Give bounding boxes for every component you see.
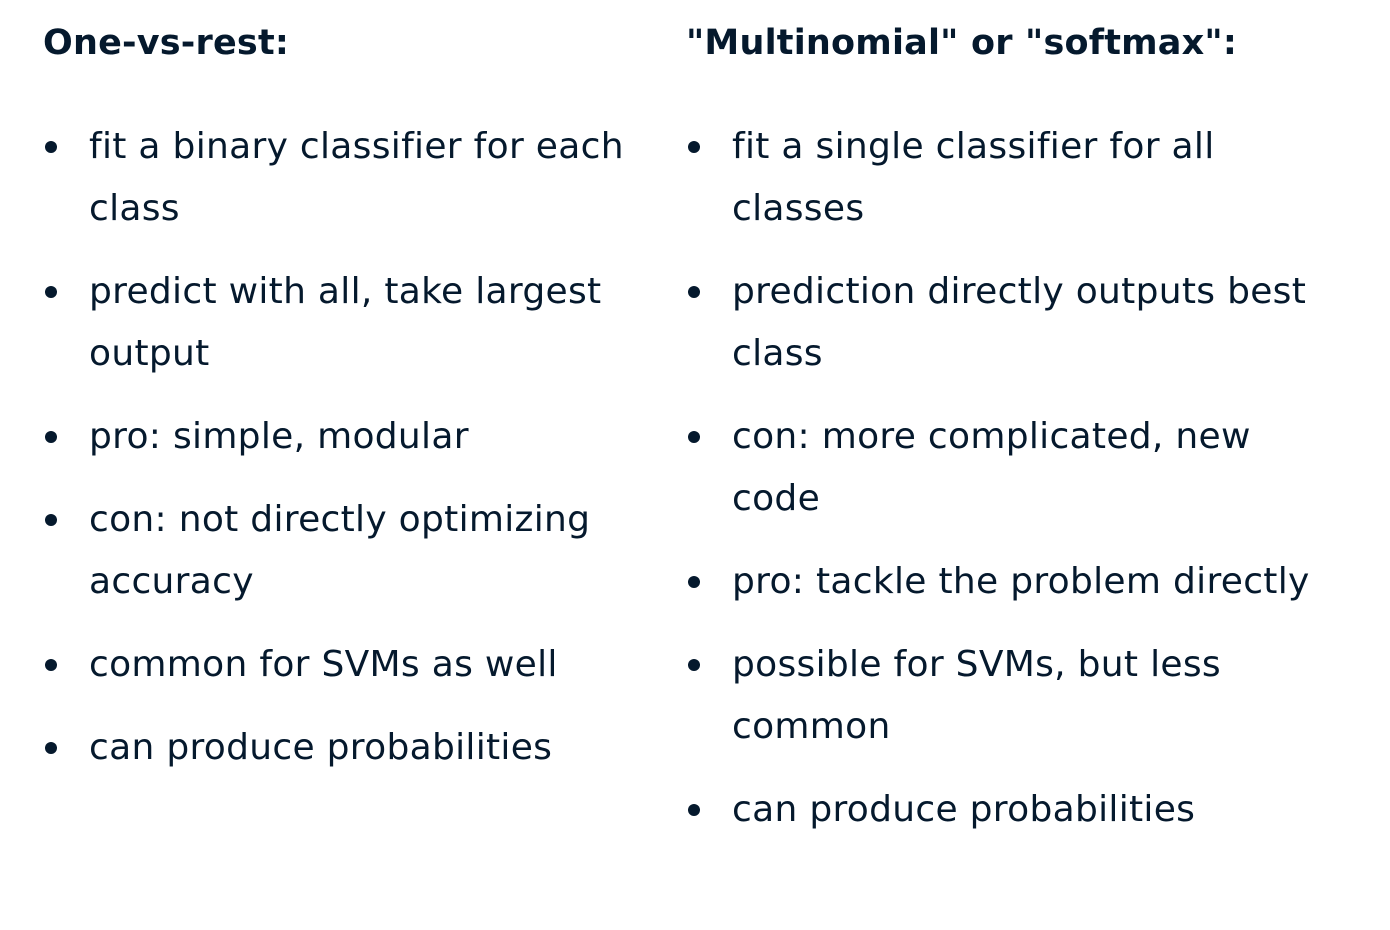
list-item-text: pro: simple, modular bbox=[89, 416, 469, 457]
list-item: fit a single classifier for all classes bbox=[686, 116, 1332, 240]
bullet-icon bbox=[45, 141, 57, 153]
list-item: common for SVMs as well bbox=[43, 634, 649, 696]
bullet-icon bbox=[688, 141, 700, 153]
list-item: con: more complicated, new code bbox=[686, 406, 1332, 530]
list-item: prediction directly outputs best class bbox=[686, 261, 1332, 385]
bullet-icon bbox=[688, 576, 700, 588]
bullet-icon bbox=[688, 659, 700, 671]
list-item: fit a binary classifier for each class bbox=[43, 116, 649, 240]
list-item-text: fit a binary classifier for each class bbox=[89, 126, 624, 229]
bullet-icon bbox=[45, 286, 57, 298]
list-item-text: can produce probabilities bbox=[732, 789, 1196, 830]
bullet-icon bbox=[45, 742, 57, 754]
bullet-icon bbox=[688, 804, 700, 816]
list-item-text: pro: tackle the problem directly bbox=[732, 561, 1310, 602]
list-item: pro: simple, modular bbox=[43, 406, 649, 468]
list-item-text: fit a single classifier for all classes bbox=[732, 126, 1215, 229]
list-item-text: possible for SVMs, but less common bbox=[732, 644, 1221, 747]
bullet-icon bbox=[45, 431, 57, 443]
list-item: can produce probabilities bbox=[686, 779, 1332, 841]
bullet-icon bbox=[45, 514, 57, 526]
multinomial-heading: "Multinomial" or "softmax": bbox=[686, 23, 1238, 63]
bullet-icon bbox=[45, 659, 57, 671]
list-item-text: con: not directly optimizing accuracy bbox=[89, 499, 591, 602]
list-item: can produce probabilities bbox=[43, 717, 649, 779]
list-item: predict with all, take largest output bbox=[43, 261, 649, 385]
list-item: pro: tackle the problem directly bbox=[686, 551, 1332, 613]
list-item-text: con: more complicated, new code bbox=[732, 416, 1251, 519]
list-item: possible for SVMs, but less common bbox=[686, 634, 1332, 758]
one-vs-rest-heading: One-vs-rest: bbox=[43, 23, 290, 63]
one-vs-rest-list: fit a binary classifier for each class p… bbox=[43, 116, 649, 800]
multinomial-list: fit a single classifier for all classes … bbox=[686, 116, 1332, 862]
bullet-icon bbox=[688, 286, 700, 298]
list-item-text: common for SVMs as well bbox=[89, 644, 558, 685]
bullet-icon bbox=[688, 431, 700, 443]
list-item-text: predict with all, take largest output bbox=[89, 271, 602, 374]
list-item-text: can produce probabilities bbox=[89, 727, 553, 768]
list-item-text: prediction directly outputs best class bbox=[732, 271, 1307, 374]
list-item: con: not directly optimizing accuracy bbox=[43, 489, 649, 613]
